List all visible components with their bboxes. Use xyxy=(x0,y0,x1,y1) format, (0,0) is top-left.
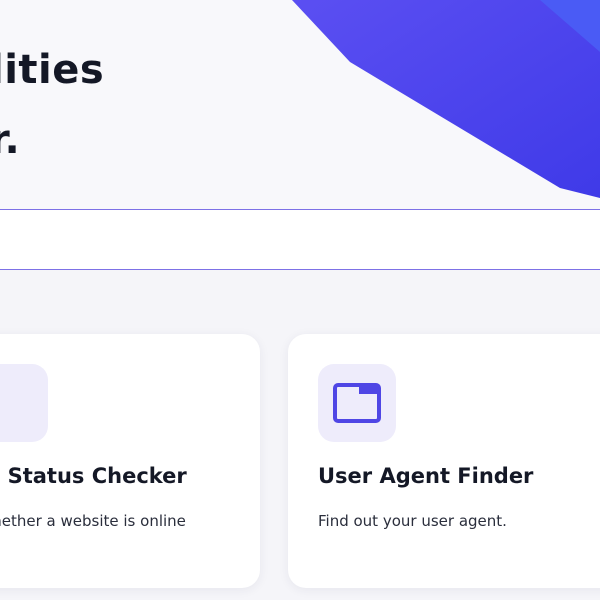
card-description: whether a website is online xyxy=(0,512,186,530)
status-checker-icon xyxy=(0,364,48,442)
browser-window-icon xyxy=(318,364,396,442)
search-input[interactable] xyxy=(0,210,600,270)
hero-decorative-shape xyxy=(292,0,600,198)
tool-card-user-agent-finder[interactable]: User Agent Finder Find out your user age… xyxy=(288,334,600,588)
hero-heading-line-2: r. xyxy=(0,117,21,163)
card-title: User Agent Finder xyxy=(318,464,534,488)
hero-heading-line-1: lities xyxy=(0,47,105,93)
hero-section: lities r. xyxy=(0,0,600,210)
card-description: Find out your user agent. xyxy=(318,512,507,530)
card-title: te Status Checker xyxy=(0,464,187,488)
tool-card-website-status-checker[interactable]: te Status Checker whether a website is o… xyxy=(0,334,260,588)
